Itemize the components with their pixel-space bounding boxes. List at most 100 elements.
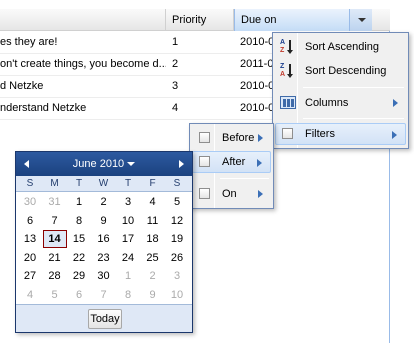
weekday-label: W	[98, 178, 109, 189]
date-picker-header: June 2010	[16, 152, 192, 176]
chevron-right-icon	[257, 159, 262, 167]
calendar-day[interactable]: 10	[165, 286, 189, 304]
cell-priority: 4	[172, 102, 179, 114]
calendar-day[interactable]: 15	[67, 230, 91, 248]
menu-item-on[interactable]: On	[192, 183, 271, 205]
cell-priority: 3	[172, 80, 179, 92]
calendar-day[interactable]: 7	[43, 212, 67, 230]
menu-separator	[303, 87, 404, 88]
cell-text: nderstand Netzke	[0, 102, 87, 114]
weekday-label: S	[26, 178, 34, 189]
menu-item-label: After	[222, 156, 246, 168]
weekday-label: T	[124, 178, 132, 189]
calendar-day[interactable]: 16	[92, 230, 116, 248]
calendar-day[interactable]: 27	[18, 267, 42, 285]
grid-header: Priority Due on	[0, 9, 390, 31]
calendar-day[interactable]: 26	[165, 249, 189, 267]
calendar-day[interactable]: 8	[67, 212, 91, 230]
chevron-right-icon	[258, 134, 263, 142]
calendar-day[interactable]: 5	[43, 286, 67, 304]
calendar-day[interactable]: 2	[141, 267, 165, 285]
cell-text: es they are!	[0, 36, 58, 48]
calendar-day[interactable]: 3	[116, 193, 140, 211]
menu-item-before[interactable]: Before	[192, 127, 271, 149]
calendar-day[interactable]: 4	[141, 193, 165, 211]
menu-item-label: Sort Ascending	[305, 41, 379, 53]
calendar-day[interactable]: 3	[165, 267, 189, 285]
calendar-day[interactable]: 4	[18, 286, 42, 304]
cell-text: on't create things, you become d...	[0, 58, 166, 70]
calendar-day[interactable]: 10	[116, 212, 140, 230]
calendar-day[interactable]: 17	[116, 230, 140, 248]
calendar-day[interactable]: 1	[67, 193, 91, 211]
calendar-day[interactable]: 9	[141, 286, 165, 304]
menu-item-after[interactable]: After	[192, 151, 271, 173]
weekday-label: F	[149, 178, 156, 189]
chevron-right-icon	[392, 131, 397, 139]
calendar-day[interactable]: 25	[141, 249, 165, 267]
calendar-day[interactable]: 13	[18, 230, 42, 248]
menu-item-label: Before	[222, 132, 255, 144]
column-menu-trigger[interactable]	[349, 9, 372, 31]
calendar-day[interactable]: 24	[116, 249, 140, 267]
date-picker-footer: Today	[16, 304, 192, 332]
sort-descending-icon: ZA	[280, 63, 296, 79]
cell-priority: 1	[172, 36, 179, 48]
calendar-day[interactable]: 18	[141, 230, 165, 248]
menu-item-columns[interactable]: Columns	[275, 92, 406, 114]
calendar-day[interactable]: 5	[165, 193, 189, 211]
menu-item-sort-ascending[interactable]: AZ Sort Ascending	[275, 36, 406, 58]
chevron-right-icon	[258, 190, 263, 198]
menu-separator	[220, 178, 269, 179]
calendar-day[interactable]: 21	[43, 249, 67, 267]
after-checkbox[interactable]	[199, 156, 210, 167]
weekday-label: M	[50, 178, 59, 189]
calendar-day[interactable]: 7	[92, 286, 116, 304]
calendar-day[interactable]: 28	[43, 267, 67, 285]
calendar-day[interactable]: 30	[18, 193, 42, 211]
filters-checkbox[interactable]	[282, 128, 293, 139]
calendar-day[interactable]: 6	[18, 212, 42, 230]
calendar-day[interactable]: 8	[116, 286, 140, 304]
menu-item-sort-descending[interactable]: ZA Sort Descending	[275, 60, 406, 82]
menu-item-label: Sort Descending	[305, 65, 387, 77]
cell-priority: 2	[172, 58, 179, 70]
month-label: June 2010	[72, 158, 125, 170]
on-checkbox[interactable]	[199, 188, 210, 199]
next-month-icon[interactable]	[179, 160, 184, 168]
calendar-day[interactable]: 12	[165, 212, 189, 230]
menu-item-filters[interactable]: Filters	[275, 123, 406, 145]
menu-item-label: Filters	[305, 128, 335, 140]
previous-month-icon[interactable]	[24, 160, 29, 168]
calendar-day[interactable]: 29	[67, 267, 91, 285]
calendar-day[interactable]: 31	[43, 193, 67, 211]
calendar-day[interactable]: 11	[141, 212, 165, 230]
menu-item-label: Columns	[305, 97, 349, 109]
calendar-day[interactable]: 20	[18, 249, 42, 267]
sort-ascending-icon: AZ	[280, 39, 296, 55]
calendar-day-today[interactable]: 14	[42, 230, 67, 248]
chevron-right-icon	[393, 99, 398, 107]
calendar-day[interactable]: 30	[92, 267, 116, 285]
column-header-priority[interactable]: Priority	[166, 9, 234, 31]
month-selector[interactable]: June 2010	[16, 152, 192, 176]
weekday-label: S	[173, 178, 181, 189]
calendar-day[interactable]: 22	[67, 249, 91, 267]
calendar-day[interactable]: 19	[165, 230, 189, 248]
calendar-day[interactable]: 1	[116, 267, 140, 285]
calendar-day[interactable]: 9	[92, 212, 116, 230]
calendar-day[interactable]: 23	[92, 249, 116, 267]
weekday-label: T	[75, 178, 83, 189]
cell-text: d Netzke	[0, 80, 44, 92]
menu-item-label: On	[222, 188, 237, 200]
columns-icon	[280, 96, 296, 109]
column-header-text[interactable]	[0, 9, 166, 31]
date-filter-menu: Before After On	[189, 123, 274, 209]
date-picker: June 2010 SMTWTFS 30 31 1 2 3 4 5 6 7 8 9 10 11 12 13 1…	[15, 151, 193, 333]
calendar-day[interactable]: 6	[67, 286, 91, 304]
before-checkbox[interactable]	[199, 132, 210, 143]
calendar-day[interactable]: 2	[92, 193, 116, 211]
chevron-down-icon	[127, 162, 136, 167]
today-button[interactable]: Today	[88, 309, 122, 329]
weekday-header-row: SMTWTFS	[16, 176, 192, 192]
